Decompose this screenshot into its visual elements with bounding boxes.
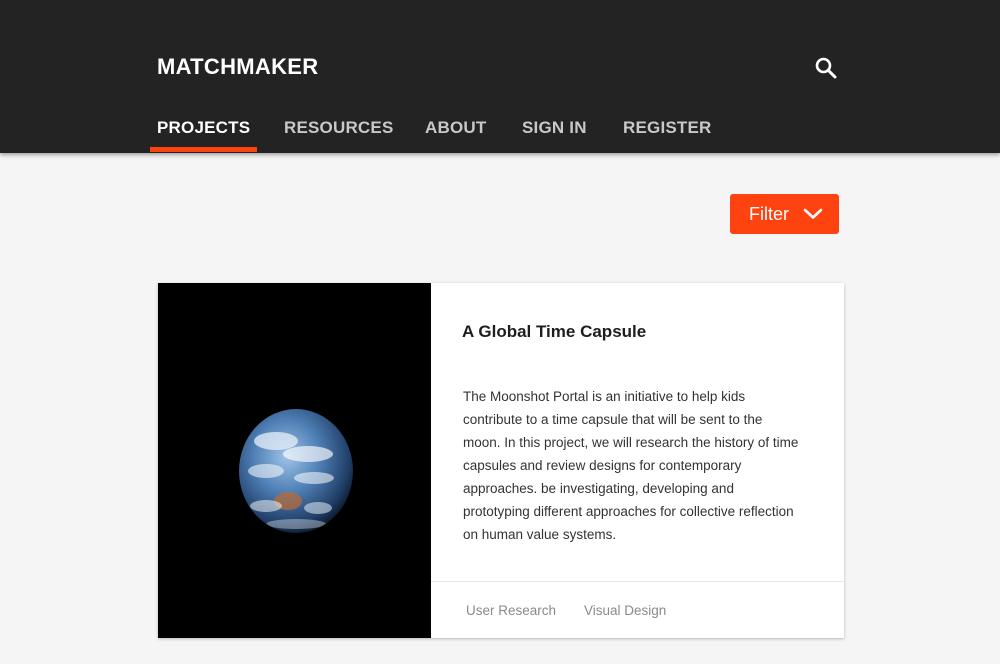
- active-nav-indicator: [150, 147, 257, 152]
- search-icon: [815, 57, 837, 79]
- chevron-down-icon: [803, 208, 823, 219]
- app-header: MATCHMAKER PROJECTS RESOURCES ABOUT SIGN…: [0, 0, 1000, 153]
- card-description: The Moonshot Portal is an initiative to …: [463, 389, 799, 542]
- search-button[interactable]: [812, 54, 840, 82]
- nav-item-about[interactable]: ABOUT: [425, 118, 486, 138]
- brand-logo[interactable]: MATCHMAKER: [157, 54, 318, 80]
- nav-item-resources[interactable]: RESOURCES: [284, 118, 394, 138]
- filter-button[interactable]: Filter: [730, 194, 839, 234]
- project-card[interactable]: A Global Time Capsule The Moonshot Porta…: [158, 283, 844, 638]
- main-nav: PROJECTS RESOURCES ABOUT SIGN IN REGISTE…: [0, 100, 1000, 153]
- filter-label: Filter: [749, 203, 789, 224]
- nav-item-register[interactable]: REGISTER: [623, 118, 712, 138]
- card-divider: [431, 581, 844, 582]
- nav-item-projects[interactable]: PROJECTS: [157, 118, 250, 138]
- tag-user-research[interactable]: User Research: [466, 603, 556, 618]
- nav-item-sign-in[interactable]: SIGN IN: [522, 118, 587, 138]
- earth-image: [158, 283, 431, 638]
- card-title[interactable]: A Global Time Capsule: [462, 322, 646, 342]
- tag-visual-design[interactable]: Visual Design: [584, 603, 666, 618]
